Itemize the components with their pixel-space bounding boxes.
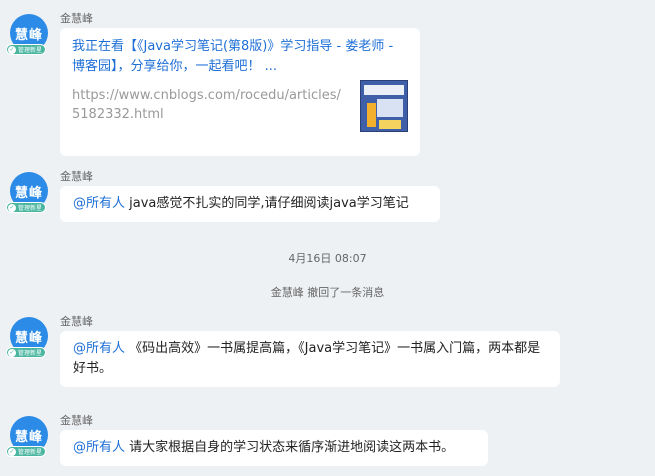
- badge-label: 管理新星: [18, 47, 43, 54]
- message-text: 请大家根据自身的学习状态来循序渐进地阅读这两本书。: [125, 440, 455, 455]
- message-bubble[interactable]: @所有人 请大家根据自身的学习状态来循序渐进地阅读这两本书。: [60, 430, 488, 466]
- sender-name[interactable]: 金慧峰: [60, 313, 93, 329]
- book-cover-thumbnail: [360, 80, 408, 132]
- sender-name[interactable]: 金慧峰: [60, 168, 93, 184]
- verified-icon: ✓: [8, 348, 16, 357]
- badge-label: 管理新星: [18, 205, 43, 212]
- message-text: 《码出高效》一书属提高篇，《Java学习笔记》一书属入门篇，两本都是好书。: [73, 341, 541, 376]
- role-badge: ✓ 管理新星: [6, 202, 47, 213]
- badge-label: 管理新星: [18, 350, 43, 357]
- link-title[interactable]: 我正在看【《Java学习笔记(第8版)》学习指导 - 娄老师 - 博客园】，分享…: [72, 37, 402, 77]
- role-badge: ✓ 管理新星: [6, 44, 47, 55]
- mention-all[interactable]: @所有人: [73, 196, 125, 211]
- verified-icon: ✓: [8, 45, 16, 54]
- mention-all[interactable]: @所有人: [73, 440, 125, 455]
- role-badge: ✓ 管理新星: [6, 446, 47, 457]
- verified-icon: ✓: [8, 203, 16, 212]
- recall-notice: 金慧峰 撤回了一条消息: [270, 286, 385, 299]
- mention-all[interactable]: @所有人: [73, 341, 125, 356]
- avatar-text: 慧峰: [14, 429, 43, 445]
- verified-icon: ✓: [8, 447, 16, 456]
- avatar-text: 慧峰: [14, 27, 43, 43]
- link-url[interactable]: https://www.cnblogs.com/rocedu/articles/…: [72, 86, 347, 124]
- role-badge: ✓ 管理新星: [6, 347, 47, 358]
- avatar-text: 慧峰: [14, 185, 43, 201]
- sender-name[interactable]: 金慧峰: [60, 412, 93, 428]
- link-card[interactable]: 我正在看【《Java学习笔记(第8版)》学习指导 - 娄老师 - 博客园】，分享…: [60, 28, 420, 156]
- message-bubble[interactable]: @所有人 java感觉不扎实的同学,请仔细阅读java学习笔记: [60, 186, 440, 222]
- sender-name[interactable]: 金慧峰: [60, 10, 93, 26]
- badge-label: 管理新星: [18, 449, 43, 456]
- timestamp: 4月16日 08:07: [288, 252, 367, 265]
- message-text: java感觉不扎实的同学,请仔细阅读java学习笔记: [125, 196, 409, 211]
- avatar-text: 慧峰: [14, 330, 43, 346]
- message-bubble[interactable]: @所有人 《码出高效》一书属提高篇，《Java学习笔记》一书属入门篇，两本都是好…: [60, 331, 560, 387]
